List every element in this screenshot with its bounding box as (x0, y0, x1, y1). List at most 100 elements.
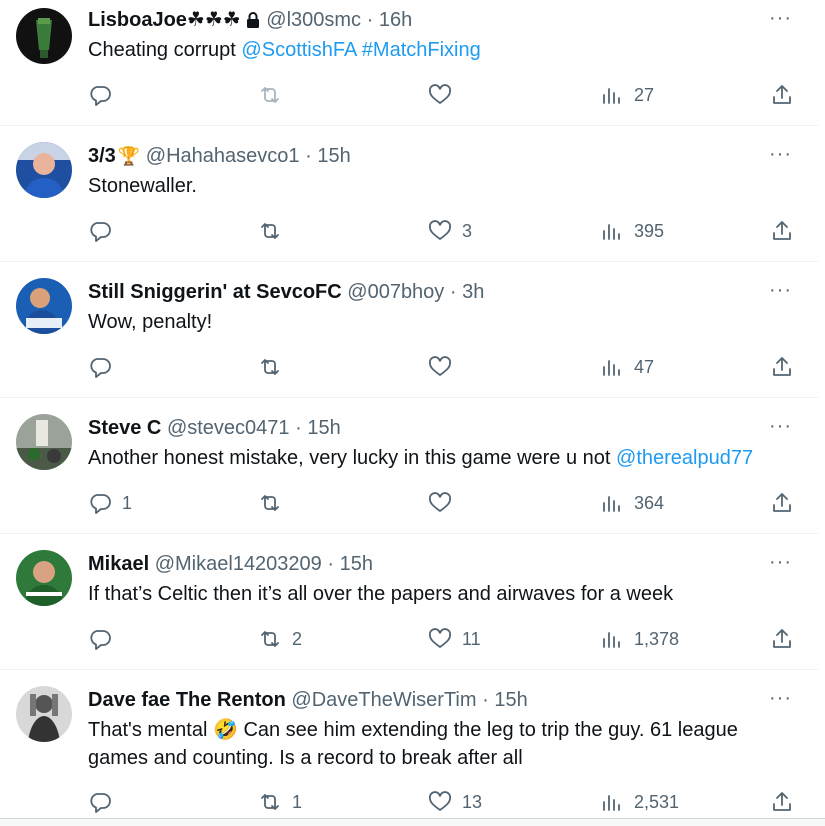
share-button[interactable] (770, 488, 794, 518)
avatar[interactable] (16, 142, 72, 198)
views-button[interactable]: 2,531 (600, 787, 679, 817)
reply-button[interactable] (88, 80, 122, 110)
retweet-button[interactable]: 2 (258, 624, 302, 654)
tweet-header: LisboaJoe☘☘☘ @l300smc · 16h (88, 6, 412, 37)
avatar[interactable] (16, 550, 72, 606)
retweet-button[interactable] (258, 216, 292, 246)
share-button[interactable] (770, 787, 794, 817)
more-icon[interactable]: ··· (769, 414, 792, 438)
tweet-text-plain: Stonewaller. (88, 175, 197, 197)
avatar[interactable] (16, 414, 72, 470)
tweet-text: If that’s Celtic then it’s all over the … (88, 580, 803, 608)
tweet-item[interactable]: Mikael @Mikael14203209 · 15h ··· If that… (0, 534, 818, 670)
views-button[interactable]: 47 (600, 352, 654, 382)
retweet-button[interactable] (258, 488, 292, 518)
more-icon[interactable]: ··· (769, 142, 792, 166)
share-button[interactable] (770, 216, 794, 246)
action-bar: 3 395 (86, 216, 802, 246)
tweet-item[interactable]: LisboaJoe☘☘☘ @l300smc · 16h ··· Cheating… (0, 0, 818, 126)
tweet-text: Stonewaller. (88, 172, 803, 200)
tweet-header: Still Sniggerin' at SevcoFC @007bhoy · 3… (88, 278, 484, 306)
reply-icon (90, 222, 111, 242)
display-name[interactable]: LisboaJoe☘☘☘ (88, 9, 241, 31)
reply-button[interactable] (88, 352, 122, 382)
like-button[interactable]: 13 (428, 787, 482, 817)
views-button[interactable]: 1,378 (600, 624, 679, 654)
share-button[interactable] (770, 80, 794, 110)
more-icon[interactable]: ··· (769, 686, 792, 710)
action-bar: 1 364 (86, 488, 802, 518)
views-icon (603, 496, 620, 512)
like-button[interactable]: 3 (428, 216, 472, 246)
display-name[interactable]: 3/3 (88, 145, 116, 167)
reply-button[interactable] (88, 624, 122, 654)
action-bar: 2 11 1,378 (86, 624, 802, 654)
trophy-badge: 🏆 (117, 146, 141, 166)
handle[interactable]: @l300smc (266, 9, 361, 31)
display-name[interactable]: Steve C (88, 417, 161, 439)
hashtag-link[interactable]: #MatchFixing (362, 39, 481, 61)
separator-dot: · (482, 689, 489, 711)
avatar[interactable] (16, 278, 72, 334)
timestamp[interactable]: 15h (494, 689, 527, 711)
display-name[interactable]: Still Sniggerin' at SevcoFC (88, 281, 342, 303)
tweet-item[interactable]: Still Sniggerin' at SevcoFC @007bhoy · 3… (0, 262, 818, 398)
like-button[interactable] (428, 488, 462, 518)
like-button[interactable] (428, 352, 462, 382)
action-bar: 1 13 2,531 (86, 787, 802, 817)
timestamp[interactable]: 15h (340, 553, 373, 575)
reply-button[interactable] (88, 787, 122, 817)
tweet-text: Another honest mistake, very lucky in th… (88, 444, 818, 472)
retweet-icon (261, 631, 279, 647)
retweet-icon (261, 359, 279, 375)
handle[interactable]: @007bhoy (347, 281, 444, 303)
reply-button[interactable] (88, 216, 122, 246)
tweet-header: Mikael @Mikael14203209 · 15h (88, 550, 373, 578)
views-button[interactable]: 27 (600, 80, 654, 110)
reply-button[interactable]: 1 (88, 488, 132, 518)
reply-icon (90, 358, 111, 378)
reply-icon (90, 793, 111, 813)
tweet-header: 3/3 🏆 @Hahahasevco1 · 15h (88, 142, 351, 170)
avatar[interactable] (16, 8, 72, 64)
tweet-item[interactable]: Dave fae The Renton @DaveTheWiserTim · 1… (0, 670, 818, 820)
mention-link[interactable]: @therealpud77 (616, 447, 753, 469)
timestamp[interactable]: 15h (307, 417, 340, 439)
tweet-text-plain: Another honest mistake, very lucky in th… (88, 447, 617, 469)
share-button[interactable] (770, 624, 794, 654)
separator-dot: · (305, 145, 312, 167)
timestamp[interactable]: 16h (379, 9, 412, 31)
retweet-button[interactable] (258, 352, 292, 382)
handle[interactable]: @DaveTheWiserTim (291, 689, 476, 711)
share-button[interactable] (770, 352, 794, 382)
display-name[interactable]: Dave fae The Renton (88, 689, 286, 711)
more-icon[interactable]: ··· (769, 278, 792, 302)
like-button[interactable] (428, 80, 462, 110)
action-bar: 27 (86, 80, 802, 110)
reply-icon (90, 494, 111, 514)
retweet-icon (261, 495, 279, 511)
tweet-text: Wow, penalty! (88, 308, 803, 336)
more-icon[interactable]: ··· (769, 550, 792, 574)
handle[interactable]: @stevec0471 (167, 417, 290, 439)
retweet-icon (261, 794, 279, 810)
like-icon (428, 628, 452, 648)
views-button[interactable]: 395 (600, 216, 664, 246)
retweet-button[interactable] (258, 80, 292, 110)
views-button[interactable]: 364 (600, 488, 664, 518)
share-icon (773, 629, 791, 648)
mention-link[interactable]: @ScottishFA (241, 39, 356, 61)
like-button[interactable]: 11 (428, 624, 481, 654)
views-icon (603, 632, 620, 648)
handle[interactable]: @Hahahasevco1 (146, 145, 300, 167)
handle[interactable]: @Mikael14203209 (155, 553, 322, 575)
tweet-item[interactable]: 3/3 🏆 @Hahahasevco1 · 15h ··· Stonewaller… (0, 126, 818, 262)
timestamp[interactable]: 15h (317, 145, 350, 167)
display-name[interactable]: Mikael (88, 553, 149, 575)
tweet-text: That's mental 🤣 Can see him extending th… (88, 716, 788, 772)
more-icon[interactable]: ··· (769, 6, 792, 30)
timestamp[interactable]: 3h (462, 281, 484, 303)
avatar[interactable] (16, 686, 72, 742)
tweet-item[interactable]: Steve C @stevec0471 · 15h ··· Another ho… (0, 398, 818, 534)
retweet-button[interactable]: 1 (258, 787, 302, 817)
